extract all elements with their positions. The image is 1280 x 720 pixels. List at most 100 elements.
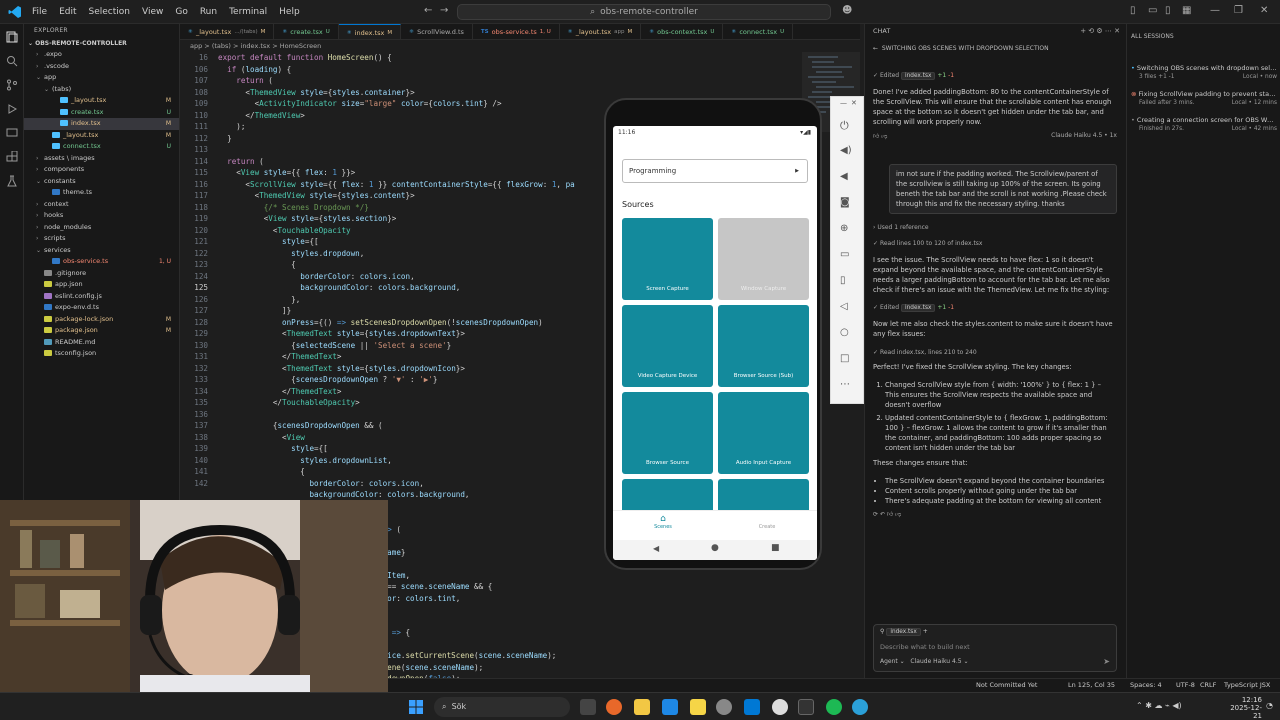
menu-run[interactable]: Run	[194, 7, 223, 17]
tree-file[interactable]: .gitignore	[24, 268, 179, 280]
tree-folder[interactable]: › hooks	[24, 210, 179, 222]
extensions-icon[interactable]	[5, 150, 19, 164]
tab-create[interactable]: Create	[747, 514, 787, 530]
windows-start-icon[interactable]	[408, 699, 424, 715]
file-chip[interactable]: index.tsx	[900, 304, 936, 312]
tree-file[interactable]: _layout.tsx M	[24, 95, 179, 107]
tree-folder[interactable]: ⌄ (tabs)	[24, 84, 179, 96]
scenes-dropdown[interactable]: Programming ▶	[622, 159, 808, 183]
sticky-notes-icon[interactable]	[690, 699, 706, 715]
source-tile[interactable]: Browser Source	[622, 392, 713, 474]
nav-back-icon[interactable]: ◀	[653, 544, 659, 553]
tree-folder[interactable]: › .expo	[24, 49, 179, 61]
back-icon[interactable]: ◁	[840, 301, 854, 315]
tree-folder[interactable]: › assets \ images	[24, 153, 179, 165]
tab-connect-tsx[interactable]: ⚛ connect.tsx U	[723, 24, 794, 39]
tab--layout-tsx[interactable]: ⚛ _layout.tsx app M	[560, 24, 642, 39]
thumbs-down-icon[interactable]: 👎︎	[895, 511, 901, 518]
vscode-taskbar-icon[interactable]	[744, 699, 760, 715]
testing-icon[interactable]	[5, 174, 19, 188]
file-chip[interactable]: index.tsx	[901, 72, 936, 80]
edge-icon[interactable]	[852, 699, 868, 715]
tree-file[interactable]: _layout.tsx M	[24, 130, 179, 142]
attach-icon[interactable]: ⚲	[880, 628, 884, 635]
session-item[interactable]: • Switching OBS scenes with dropdown sel…	[1131, 64, 1277, 80]
clock[interactable]: 12:16 2025-12-21	[1222, 696, 1262, 720]
layout-panel-icon[interactable]: ▭	[1148, 5, 1157, 16]
command-center-search[interactable]: ⌕ obs-remote-controller	[457, 4, 831, 20]
source-control-icon[interactable]	[5, 78, 19, 92]
back-arrow-icon[interactable]: ←	[424, 5, 432, 16]
nav-home-icon[interactable]: ●	[711, 543, 719, 553]
store-icon[interactable]	[662, 699, 678, 715]
remote-explorer-icon[interactable]	[5, 126, 19, 140]
indentation[interactable]: Spaces: 4	[1130, 681, 1162, 689]
tree-file[interactable]: package-lock.json M	[24, 314, 179, 326]
menu-selection[interactable]: Selection	[83, 7, 136, 17]
source-tile[interactable]: Audio Input Capture	[718, 392, 809, 474]
firefox-icon[interactable]	[606, 699, 622, 715]
tab-create-tsx[interactable]: ⚛ create.tsx U	[274, 24, 339, 39]
used-reference[interactable]: › Used 1 reference	[873, 224, 1117, 231]
tab-scenes[interactable]: ⌂ Scenes	[643, 514, 683, 530]
customize-layout-icon[interactable]: ▦	[1182, 5, 1191, 16]
retry-icon[interactable]: ⟳	[873, 511, 878, 518]
tab-obs-context-tsx[interactable]: ⚛ obs-context.tsx U	[641, 24, 724, 39]
tray-icons[interactable]: ⌃ ✱ ☁ ⌁ ◀)	[1136, 701, 1182, 710]
nav-overview-icon[interactable]: ■	[771, 543, 780, 553]
power-icon[interactable]: ⏻	[840, 119, 854, 133]
code-line[interactable]: 108 <ThemedView style={styles.container}…	[180, 87, 860, 99]
chat-input-field[interactable]: Describe what to build next	[880, 643, 970, 651]
code-line[interactable]: 106 if (loading) {	[180, 64, 860, 76]
menu-edit[interactable]: Edit	[53, 7, 82, 17]
context-chip[interactable]: index.tsx	[886, 628, 921, 636]
forward-arrow-icon[interactable]: →	[440, 5, 448, 16]
tree-folder[interactable]: › scripts	[24, 233, 179, 245]
tab-obs-service-ts[interactable]: TS obs-service.ts 1, U	[473, 24, 560, 39]
spotify-icon[interactable]	[826, 699, 842, 715]
tab-index-tsx[interactable]: ⚛ index.tsx M	[338, 24, 402, 39]
search-icon[interactable]	[5, 54, 19, 68]
cursor-position[interactable]: Ln 125, Col 35	[1068, 681, 1115, 689]
tree-file[interactable]: index.tsx M	[24, 118, 179, 130]
session-item[interactable]: • Creating a connection screen for OBS W…	[1131, 116, 1277, 132]
menu-view[interactable]: View	[136, 7, 169, 17]
tab-scrollview-d-ts[interactable]: ⚛ ScrollView.d.ts	[401, 24, 473, 39]
tree-folder[interactable]: ⌄ app	[24, 72, 179, 84]
tree-file[interactable]: theme.ts	[24, 187, 179, 199]
line-ending[interactable]: CRLF	[1200, 681, 1216, 689]
menu-go[interactable]: Go	[169, 7, 193, 17]
close-emulator-icon[interactable]: ✕	[851, 99, 865, 113]
source-tile[interactable]: Screen Capture	[622, 218, 713, 300]
volume-up-icon[interactable]: ◀)	[840, 145, 854, 159]
git-blame-status[interactable]: Not Committed Yet	[976, 681, 1037, 689]
layout-sidebar-icon[interactable]: ▯	[1130, 5, 1136, 16]
tree-folder[interactable]: › components	[24, 164, 179, 176]
volume-down-icon[interactable]: ◀	[840, 171, 854, 185]
overview-icon[interactable]: □	[840, 353, 854, 367]
tree-file[interactable]: README.md	[24, 337, 179, 349]
language-mode[interactable]: TypeScript JSX	[1224, 681, 1270, 689]
obs-icon[interactable]	[772, 699, 788, 715]
zoom-icon[interactable]: ⊕	[840, 223, 854, 237]
tree-folder[interactable]: › .vscode	[24, 61, 179, 73]
camera-icon[interactable]: ◙	[840, 197, 854, 211]
code-line[interactable]: 16 export default function HomeScreen() {	[180, 52, 860, 64]
send-icon[interactable]: ➤	[1103, 657, 1110, 666]
add-context-icon[interactable]: +	[923, 628, 928, 635]
rotate-left-icon[interactable]: ▭	[840, 249, 854, 263]
tree-file[interactable]: eslint.config.js	[24, 291, 179, 303]
menu-file[interactable]: File	[26, 7, 53, 17]
undo-icon[interactable]: ↶	[880, 511, 885, 518]
tree-file[interactable]: app.json	[24, 279, 179, 291]
task-view-icon[interactable]	[580, 699, 596, 715]
copilot-icon[interactable]: ☻	[842, 5, 852, 16]
breadcrumb[interactable]: app > (tabs) > index.tsx > HomeScreen	[180, 40, 860, 52]
close-icon[interactable]: ✕	[1260, 5, 1268, 16]
thumbs-up-icon[interactable]: 👍︎	[873, 133, 879, 140]
explorer-icon[interactable]	[5, 30, 19, 44]
project-root[interactable]: ⌄ OBS-REMOTE-CONTROLLER	[24, 38, 179, 49]
file-explorer-icon[interactable]	[634, 699, 650, 715]
model-select[interactable]: Claude Haiku 4.5	[910, 658, 961, 665]
tree-file[interactable]: connect.tsx U	[24, 141, 179, 153]
